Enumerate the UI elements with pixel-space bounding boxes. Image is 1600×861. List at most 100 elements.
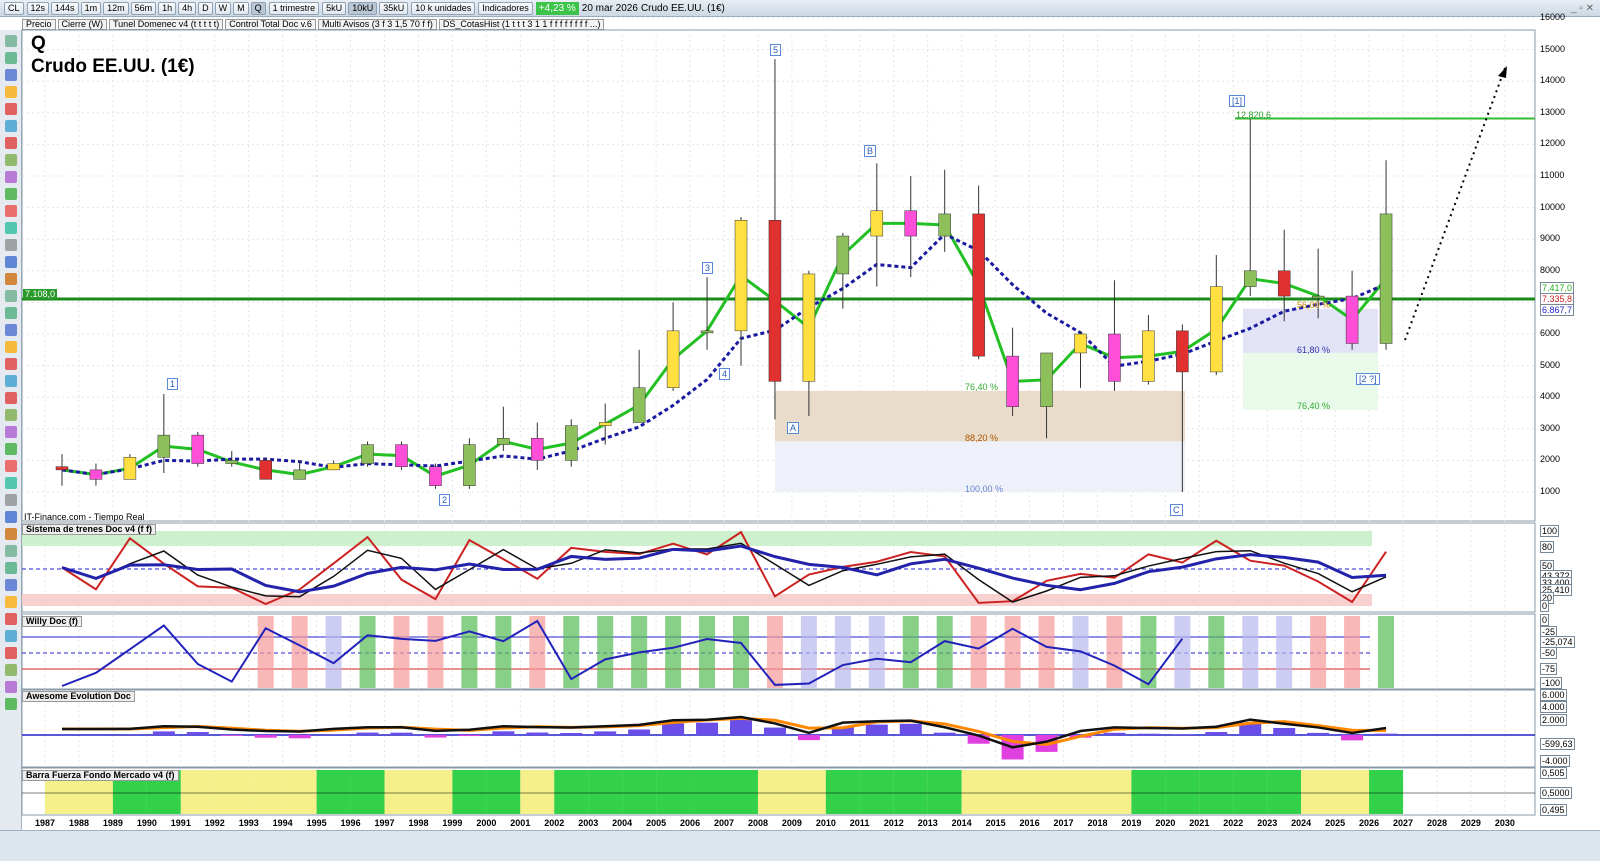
willy-zone-bar	[1004, 616, 1021, 688]
awesome-histogram-bar	[1171, 734, 1194, 735]
candle-body[interactable]	[972, 213, 985, 357]
y-tick-label: 3000	[1540, 422, 1561, 433]
candle-body[interactable]	[1074, 333, 1087, 354]
candle-body[interactable]	[1210, 286, 1223, 373]
panel-axis-label: 0,5000	[1540, 787, 1572, 799]
candle-body[interactable]	[598, 422, 612, 426]
candle-body[interactable]	[429, 466, 442, 486]
fuerza-bar	[791, 770, 826, 814]
candle-body[interactable]	[327, 463, 340, 471]
candle-body[interactable]	[1176, 330, 1189, 373]
willy-zone-bar	[359, 616, 376, 688]
candle-body[interactable]	[123, 456, 137, 480]
candle-body[interactable]	[259, 460, 272, 480]
candle-body[interactable]	[632, 387, 646, 423]
fib-label: 61,80 %	[1297, 345, 1331, 355]
willy-zone-bar	[427, 616, 444, 688]
awesome-histogram-bar	[865, 724, 888, 735]
x-tick-label: 2030	[1494, 818, 1515, 828]
awesome-histogram-bar	[628, 729, 651, 735]
x-tick-label: 1995	[306, 818, 327, 828]
x-tick-label: 2018	[1087, 818, 1108, 828]
awesome-histogram-bar	[1273, 727, 1296, 735]
fuerza-bar	[418, 770, 453, 814]
awesome-histogram-bar	[594, 731, 617, 735]
candle-body[interactable]	[531, 438, 544, 461]
candle-body[interactable]	[463, 444, 476, 486]
candle-body[interactable]	[938, 213, 951, 237]
bottom-bar	[0, 830, 1600, 861]
candle-body[interactable]	[1311, 295, 1325, 299]
candle-body[interactable]	[191, 434, 205, 464]
candle-body[interactable]	[870, 210, 884, 237]
x-tick-label: 2024	[1291, 818, 1312, 828]
candle-body[interactable]	[1379, 213, 1393, 344]
high-level-label: 12.820,6	[1236, 110, 1272, 120]
candle-body[interactable]	[1345, 295, 1359, 344]
awesome-histogram-bar	[526, 732, 549, 735]
price-tag-blue: 6.867,7	[1540, 304, 1575, 316]
x-tick-label: 2013	[917, 818, 938, 828]
candle-body[interactable]	[1006, 355, 1019, 407]
x-tick-label: 2029	[1460, 818, 1481, 828]
candle-body[interactable]	[225, 460, 238, 464]
candle-body[interactable]	[565, 425, 578, 461]
fuerza-bar	[1301, 770, 1336, 814]
price-chart[interactable]	[0, 0, 1600, 861]
candle-body[interactable]	[700, 330, 714, 334]
willy-zone-bar	[529, 616, 546, 688]
willy-zone-bar	[936, 616, 953, 688]
fuerza-bar	[961, 770, 996, 814]
chart-title: Q Crudo EE.UU. (1€)	[31, 32, 195, 78]
candle-body[interactable]	[802, 273, 816, 382]
x-tick-label: 2006	[680, 818, 701, 828]
fib-label: 88,20 %	[965, 433, 999, 443]
candle-body[interactable]	[293, 469, 306, 480]
candle-body[interactable]	[666, 330, 680, 388]
willy-zone-bar	[461, 616, 478, 688]
fuerza-bar	[214, 770, 249, 814]
overbought-zone	[22, 531, 1372, 546]
y-tick-label: 13000	[1540, 106, 1566, 117]
wave-label: 5	[770, 44, 782, 56]
timeframe-letter: Q	[31, 33, 46, 54]
fuerza-bar	[282, 770, 317, 814]
awesome-histogram-bar	[152, 731, 175, 735]
willy-zone-bar	[1344, 616, 1361, 688]
candle-body[interactable]	[1244, 270, 1257, 287]
wave-label: 3	[702, 262, 714, 274]
x-tick-label: 2011	[849, 818, 870, 828]
candle-body[interactable]	[1142, 330, 1155, 382]
trenes-signal-line	[61, 542, 1387, 603]
awesome-histogram-bar	[186, 732, 209, 735]
x-tick-label: 2008	[747, 818, 768, 828]
willy-zone-bar	[1106, 616, 1123, 688]
willy-zone-bar	[291, 616, 308, 688]
candle-body[interactable]	[768, 219, 782, 382]
candle-body[interactable]	[395, 444, 408, 467]
candle-body[interactable]	[1040, 352, 1053, 407]
candle-body[interactable]	[157, 434, 171, 458]
awesome-histogram-bar	[1205, 732, 1228, 735]
fuerza-bar	[1233, 770, 1268, 814]
fuerza-bar	[724, 770, 758, 814]
candle-body[interactable]	[904, 210, 917, 237]
panel-axis-label: 0,505	[1540, 767, 1567, 779]
panel-title-awesome: Awesome Evolution Doc	[22, 691, 135, 702]
awesome-histogram-bar	[390, 732, 413, 735]
candle-body[interactable]	[89, 469, 103, 480]
fuerza-bar	[893, 770, 928, 814]
candle-body[interactable]	[1108, 333, 1121, 382]
candle-body[interactable]	[361, 444, 374, 464]
wave-label: A	[787, 422, 800, 434]
candle-body[interactable]	[836, 235, 850, 275]
candle-body[interactable]	[1277, 270, 1291, 297]
x-tick-label: 2012	[883, 818, 904, 828]
willy-zone-bar	[1174, 616, 1191, 688]
candle-body[interactable]	[55, 466, 69, 471]
candle-body[interactable]	[497, 438, 510, 445]
candle-body[interactable]	[734, 219, 748, 332]
panel-axis-label: -75	[1540, 663, 1558, 675]
willy-zone-bar	[733, 616, 749, 688]
fuerza-bar	[1097, 770, 1132, 814]
